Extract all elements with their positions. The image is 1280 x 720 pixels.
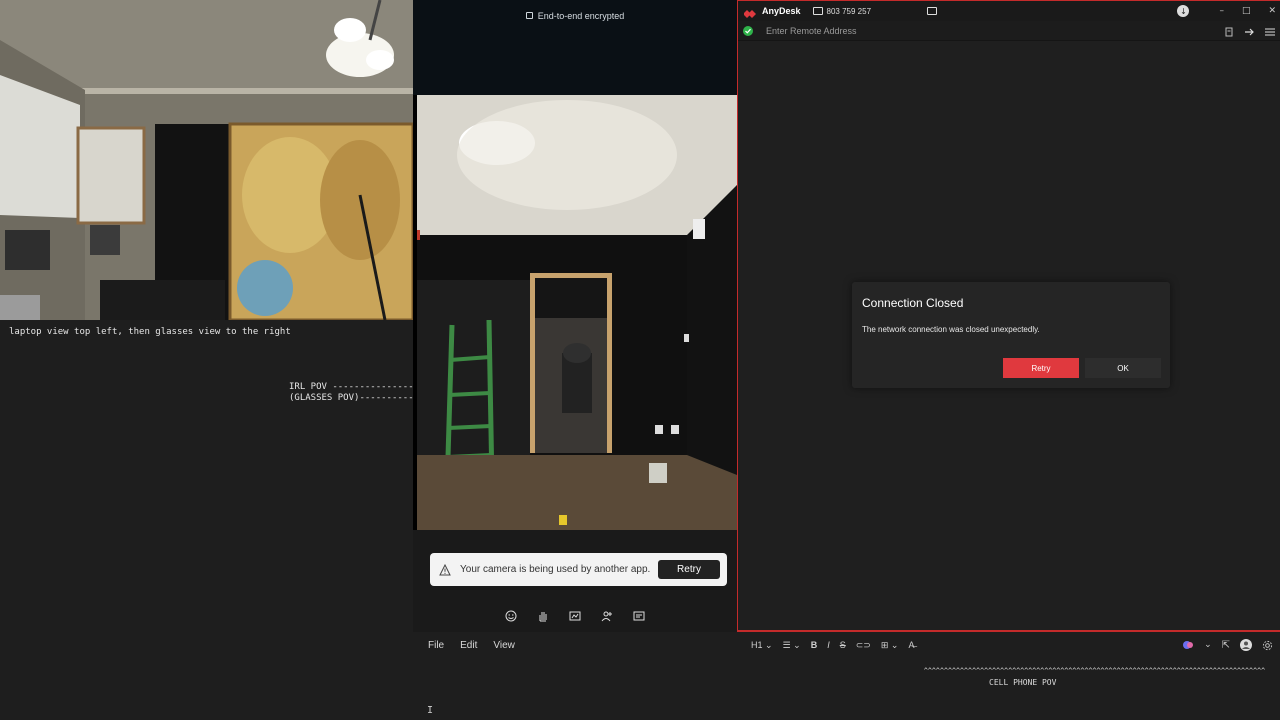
laptop-pane: laptop view top left, then glasses view … <box>0 0 419 720</box>
table-icon: ⊞ <box>880 639 889 650</box>
ok-button[interactable]: OK <box>1085 358 1161 378</box>
connection-closed-dialog: Connection Closed The network connection… <box>852 282 1170 388</box>
anydesk-titlebar: AnyDesk 803 759 257 ↓ – □ ✕ <box>738 1 1280 21</box>
anydesk-address-bar <box>738 21 1280 41</box>
more-icon[interactable] <box>631 608 647 624</box>
encryption-label: End-to-end encrypted <box>537 11 625 21</box>
connect-arrow-icon[interactable] <box>1244 22 1254 41</box>
emoji-icon[interactable] <box>503 608 519 624</box>
note-line-laptop: laptop view top left, then glasses view … <box>9 327 291 337</box>
address-actions <box>1224 21 1276 41</box>
call-header: End-to-end encrypted <box>413 0 737 95</box>
window-controls: ↓ – □ ✕ <box>1177 1 1276 21</box>
new-session-icon[interactable] <box>927 7 938 15</box>
dialog-message: The network connection was closed unexpe… <box>862 325 1040 334</box>
bold-button[interactable]: B <box>811 640 818 650</box>
settings-gear-icon[interactable] <box>1262 636 1273 655</box>
remote-address-input[interactable] <box>766 25 1206 36</box>
heading-dropdown[interactable]: H1 ⌄ <box>751 640 773 651</box>
laptop-webcam-view <box>0 0 413 320</box>
dialog-title: Connection Closed <box>862 296 964 310</box>
raise-hand-icon[interactable] <box>535 608 551 624</box>
file-transfer-icon[interactable] <box>1224 22 1234 41</box>
text-cursor: I <box>427 705 434 716</box>
close-icon[interactable]: ✕ <box>1268 6 1276 16</box>
clear-format-icon[interactable]: A̶ <box>908 640 914 650</box>
video-call-pane: End-to-end encrypted Your camera is bein… <box>413 0 737 632</box>
call-footer: Your camera is being used by another app… <box>413 530 737 632</box>
list-icon: ☰ <box>782 639 791 650</box>
glasses-room-image <box>417 95 737 530</box>
call-controls <box>413 608 737 624</box>
maximize-icon[interactable]: □ <box>1242 6 1251 16</box>
warning-icon <box>437 562 453 578</box>
lock-icon <box>525 12 533 19</box>
share-icon[interactable]: ⇱ <box>1222 640 1230 651</box>
minimize-icon[interactable]: – <box>1219 6 1224 16</box>
webcam-room-image <box>0 0 413 320</box>
chevron-down-icon: ⌄ <box>793 639 801 650</box>
note-line-irl-pov: IRL POV ---------------> <box>289 382 420 392</box>
note-line-glasses-pov: (GLASSES POV)----------> <box>289 393 420 403</box>
copilot-icon[interactable] <box>1182 636 1194 655</box>
encryption-status: End-to-end encrypted <box>413 11 737 21</box>
notes-area[interactable]: laptop view top left, then glasses view … <box>0 320 419 720</box>
menu-icon[interactable] <box>1264 22 1276 41</box>
anydesk-id-tab[interactable]: 803 759 257 <box>812 6 872 16</box>
strikethrough-button[interactable]: S <box>840 640 846 650</box>
table-dropdown[interactable]: ⊞ ⌄ <box>881 640 899 651</box>
editor-right-tools: ⌄ ⇱ <box>1182 637 1273 653</box>
chevron-down-icon: ⌄ <box>765 639 773 650</box>
anydesk-logo-icon <box>743 5 756 18</box>
add-people-icon[interactable] <box>599 608 615 624</box>
list-dropdown[interactable]: ☰ ⌄ <box>783 640 801 651</box>
text-editor: File Edit View H1 ⌄ ☰ ⌄ B I S ⊂⊃ ⊞ ⌄ A̶ … <box>418 632 1280 720</box>
retry-button[interactable]: Retry <box>1003 358 1079 378</box>
menu-file[interactable]: File <box>428 640 444 651</box>
menu-view[interactable]: View <box>493 640 515 651</box>
camera-in-use-banner: Your camera is being used by another app… <box>430 553 727 586</box>
camera-in-use-message: Your camera is being used by another app… <box>460 564 651 575</box>
chevron-down-icon: ⌄ <box>890 639 899 650</box>
anydesk-app-name: AnyDesk <box>762 6 801 16</box>
heading-label: H1 <box>751 639 763 650</box>
share-screen-icon[interactable] <box>567 608 583 624</box>
avatar[interactable] <box>1240 636 1252 655</box>
editor-menu-bar: File Edit View <box>428 640 515 651</box>
formatting-toolbar: H1 ⌄ ☰ ⌄ B I S ⊂⊃ ⊞ ⌄ A̶ <box>751 637 914 653</box>
anydesk-id: 803 759 257 <box>826 6 872 16</box>
link-icon[interactable]: ⊂⊃ <box>856 640 871 651</box>
glasses-camera-feed <box>417 95 737 530</box>
editor-cell-phone-label: CELL PHONE POV <box>989 678 1057 687</box>
camera-retry-button[interactable]: Retry <box>658 560 720 579</box>
editor-caret-line: ^^^^^^^^^^^^^^^^^^^^^^^^^^^^^^^^^^^^^^^^… <box>923 667 1265 675</box>
monitor-icon <box>812 7 823 15</box>
italic-button[interactable]: I <box>827 640 830 650</box>
anydesk-window: AnyDesk 803 759 257 ↓ – □ ✕ Enter Remote… <box>737 0 1280 632</box>
chevron-down-icon[interactable]: ⌄ <box>1204 640 1212 650</box>
download-icon[interactable]: ↓ <box>1177 5 1190 17</box>
desktop: laptop view top left, then glasses view … <box>0 0 1280 720</box>
menu-edit[interactable]: Edit <box>460 640 477 651</box>
connection-status-icon <box>743 25 753 36</box>
